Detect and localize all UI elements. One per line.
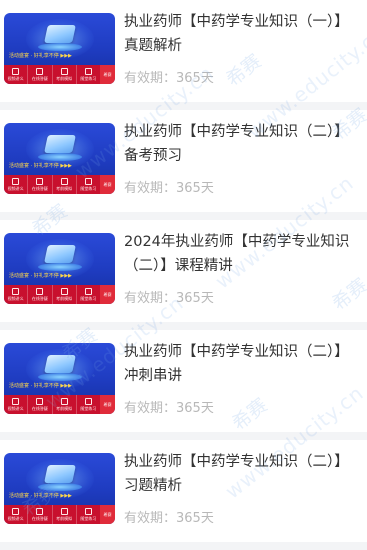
thumbnail-feature-item: 视频讲义: [4, 395, 29, 414]
thumbnail-feature-item: 视频讲义: [4, 285, 29, 304]
card-divider: [0, 322, 367, 330]
thumbnail-feature-bar: 视频讲义 在线答疑 考前模拟 随堂练习: [4, 505, 100, 524]
card-divider: [0, 212, 367, 220]
document-icon: [12, 178, 20, 185]
platform-icon: [38, 373, 82, 381]
document-icon: [12, 68, 20, 75]
thumbnail-feature-item: 在线答疑: [28, 285, 53, 304]
platform-icon: [38, 263, 82, 271]
thumbnail-feature-item: 考前模拟: [53, 395, 77, 414]
course-validity: 有效期：365天: [124, 511, 214, 526]
thumbnail-feature-bar: 视频讲义 在线答疑 考前模拟 随堂练习: [4, 395, 100, 414]
course-title[interactable]: 执业药师【中药学专业知识（二）】备考预习: [124, 120, 360, 168]
thumbnail-feature-bar: 视频讲义 在线答疑 考前模拟 随堂练习: [4, 65, 100, 84]
book-icon: [44, 355, 76, 373]
thumbnail-feature-item: 在线答疑: [28, 505, 53, 524]
course-title[interactable]: 执业药师【中药学专业知识（二）】冲刺串讲: [124, 340, 360, 388]
thumbnail-feature-item: 考前模拟: [53, 65, 77, 84]
card-divider: [0, 542, 367, 550]
course-card[interactable]: 活动盛宴 · 好礼享不停 ▶▶▶ 视频讲义 在线答疑 考前模拟 随堂练习 希赛 …: [0, 110, 367, 220]
user-icon: [36, 398, 44, 405]
course-validity: 有效期：365天: [124, 181, 214, 196]
course-card[interactable]: 活动盛宴 · 好礼享不停 ▶▶▶ 视频讲义 在线答疑 考前模拟 随堂练习 希赛 …: [0, 330, 367, 440]
thumbnail-feature-item: 随堂练习: [77, 285, 100, 304]
thumbnail-feature-item: 考前模拟: [53, 505, 77, 524]
book-icon: [44, 25, 76, 43]
course-title[interactable]: 执业药师【中药学专业知识（二）】习题精析: [124, 450, 360, 498]
document-icon: [12, 508, 20, 515]
course-thumbnail[interactable]: 活动盛宴 · 好礼享不停 ▶▶▶ 视频讲义 在线答疑 考前模拟 随堂练习 希赛: [4, 233, 115, 304]
book-icon: [44, 465, 76, 483]
course-card[interactable]: 活动盛宴 · 好礼享不停 ▶▶▶ 视频讲义 在线答疑 考前模拟 随堂练习 希赛 …: [0, 220, 367, 330]
thumbnail-promo-text: 活动盛宴 · 好礼享不停 ▶▶▶: [9, 53, 72, 59]
group-icon: [60, 178, 68, 185]
user-icon: [36, 178, 44, 185]
thumbnail-promo-text: 活动盛宴 · 好礼享不停 ▶▶▶: [9, 273, 72, 279]
thumbnail-brand-tag: 希赛: [100, 65, 115, 84]
course-card[interactable]: 活动盛宴 · 好礼享不停 ▶▶▶ 视频讲义 在线答疑 考前模拟 随堂练习 希赛 …: [0, 0, 367, 110]
group-icon: [60, 288, 68, 295]
thumbnail-feature-item: 视频讲义: [4, 505, 29, 524]
course-title[interactable]: 执业药师【中药学专业知识（一）】真题解析: [124, 10, 360, 58]
thumbnail-promo-text: 活动盛宴 · 好礼享不停 ▶▶▶: [9, 383, 72, 389]
course-thumbnail[interactable]: 活动盛宴 · 好礼享不停 ▶▶▶ 视频讲义 在线答疑 考前模拟 随堂练习 希赛: [4, 343, 115, 414]
course-validity: 有效期：365天: [124, 71, 214, 86]
thumbnail-feature-bar: 视频讲义 在线答疑 考前模拟 随堂练习: [4, 285, 100, 304]
thumbnail-brand-tag: 希赛: [100, 395, 115, 414]
platform-icon: [38, 483, 82, 491]
thumbnail-brand-tag: 希赛: [100, 505, 115, 524]
course-title[interactable]: 2024年执业药师【中药学专业知识（二）】课程精讲: [124, 230, 360, 278]
checklist-icon: [84, 398, 92, 405]
thumbnail-feature-item: 随堂练习: [77, 175, 100, 194]
document-icon: [12, 398, 20, 405]
group-icon: [60, 68, 68, 75]
platform-icon: [38, 153, 82, 161]
thumbnail-feature-item: 在线答疑: [28, 395, 53, 414]
thumbnail-feature-item: 随堂练习: [77, 505, 100, 524]
thumbnail-feature-item: 在线答疑: [28, 65, 53, 84]
course-thumbnail[interactable]: 活动盛宴 · 好礼享不停 ▶▶▶ 视频讲义 在线答疑 考前模拟 随堂练习 希赛: [4, 13, 115, 84]
book-icon: [44, 245, 76, 263]
course-validity: 有效期：365天: [124, 401, 214, 416]
thumbnail-brand-tag: 希赛: [100, 175, 115, 194]
user-icon: [36, 508, 44, 515]
thumbnail-feature-item: 考前模拟: [53, 175, 77, 194]
user-icon: [36, 288, 44, 295]
thumbnail-feature-item: 随堂练习: [77, 395, 100, 414]
group-icon: [60, 398, 68, 405]
thumbnail-feature-bar: 视频讲义 在线答疑 考前模拟 随堂练习: [4, 175, 100, 194]
course-card[interactable]: 活动盛宴 · 好礼享不停 ▶▶▶ 视频讲义 在线答疑 考前模拟 随堂练习 希赛 …: [0, 440, 367, 550]
platform-icon: [38, 43, 82, 51]
course-list: 活动盛宴 · 好礼享不停 ▶▶▶ 视频讲义 在线答疑 考前模拟 随堂练习 希赛 …: [0, 0, 367, 550]
course-validity: 有效期：365天: [124, 291, 214, 306]
document-icon: [12, 288, 20, 295]
card-divider: [0, 432, 367, 440]
thumbnail-promo-text: 活动盛宴 · 好礼享不停 ▶▶▶: [9, 493, 72, 499]
checklist-icon: [84, 68, 92, 75]
thumbnail-feature-item: 在线答疑: [28, 175, 53, 194]
group-icon: [60, 508, 68, 515]
course-thumbnail[interactable]: 活动盛宴 · 好礼享不停 ▶▶▶ 视频讲义 在线答疑 考前模拟 随堂练习 希赛: [4, 123, 115, 194]
course-thumbnail[interactable]: 活动盛宴 · 好礼享不停 ▶▶▶ 视频讲义 在线答疑 考前模拟 随堂练习 希赛: [4, 453, 115, 524]
user-icon: [36, 68, 44, 75]
checklist-icon: [84, 178, 92, 185]
thumbnail-promo-text: 活动盛宴 · 好礼享不停 ▶▶▶: [9, 163, 72, 169]
thumbnail-brand-tag: 希赛: [100, 285, 115, 304]
thumbnail-feature-item: 考前模拟: [53, 285, 77, 304]
card-divider: [0, 102, 367, 110]
thumbnail-feature-item: 视频讲义: [4, 175, 29, 194]
thumbnail-feature-item: 视频讲义: [4, 65, 29, 84]
book-icon: [44, 135, 76, 153]
checklist-icon: [84, 288, 92, 295]
checklist-icon: [84, 508, 92, 515]
thumbnail-feature-item: 随堂练习: [77, 65, 100, 84]
